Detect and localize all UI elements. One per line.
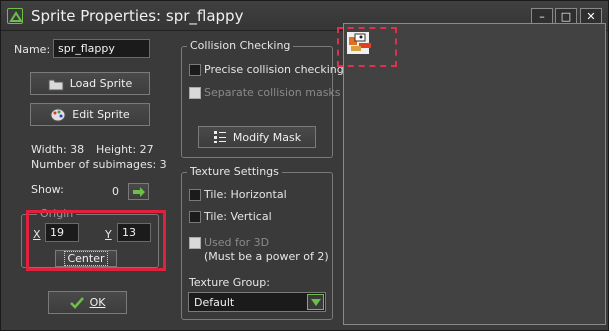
minimize-icon: – [539, 10, 545, 23]
flappy-bird-sprite-icon [347, 32, 371, 54]
tile-horizontal-checkbox[interactable] [189, 189, 201, 201]
subimages-text: Number of subimages: 3 [31, 158, 167, 171]
modify-mask-button[interactable]: Modify Mask [198, 126, 316, 148]
load-sprite-button[interactable]: Load Sprite [30, 72, 150, 95]
tile-vertical-label: Tile: Vertical [204, 210, 272, 223]
window-title: Sprite Properties: spr_flappy [31, 7, 244, 25]
ok-label: OK [89, 296, 106, 309]
edit-sprite-button[interactable]: Edit Sprite [30, 103, 150, 126]
folder-icon [48, 79, 64, 90]
edit-sprite-label: Edit Sprite [72, 108, 130, 121]
texture-group-select[interactable]: Default [188, 292, 326, 312]
height-text: Height: 27 [96, 143, 154, 156]
separate-masks-label: Separate collision masks [204, 86, 341, 99]
sprite-preview-area[interactable] [343, 23, 606, 325]
used-3d-checkbox[interactable] [189, 237, 201, 249]
maximize-icon: □ [560, 10, 572, 23]
checkmark-icon [69, 296, 84, 309]
dropdown-arrow-icon[interactable] [307, 294, 324, 310]
tile-horizontal-label: Tile: Horizontal [204, 188, 287, 201]
precise-collision-label: Precise collision checking [204, 63, 344, 76]
origin-highlight [26, 210, 166, 271]
power-of-2-note: (Must be a power of 2) [204, 250, 329, 263]
collision-group-title: Collision Checking [187, 39, 294, 52]
modify-mask-label: Modify Mask [232, 130, 302, 144]
app-icon [7, 8, 23, 24]
show-next-button[interactable] [128, 183, 149, 200]
sprite-properties-window: Sprite Properties: spr_flappy – □ ✕ Name… [0, 0, 609, 331]
tile-vertical-checkbox[interactable] [189, 211, 201, 223]
mask-list-icon [213, 131, 226, 143]
separate-masks-checkbox[interactable] [189, 87, 201, 99]
name-label: Name: [14, 43, 51, 56]
load-sprite-label: Load Sprite [69, 77, 133, 90]
arrow-right-icon [132, 186, 145, 197]
texture-group-value: Default [194, 296, 235, 309]
show-value: 0 [112, 185, 119, 198]
precise-collision-checkbox[interactable] [189, 64, 201, 76]
close-icon: ✕ [586, 10, 596, 23]
ok-button[interactable]: OK [48, 291, 127, 314]
show-label: Show: [31, 183, 64, 196]
texture-group-title: Texture Settings [187, 165, 282, 178]
name-input[interactable]: spr_flappy [53, 39, 150, 58]
palette-icon [50, 108, 66, 121]
sprite-thumbnail[interactable] [337, 27, 397, 67]
texture-group-label: Texture Group: [189, 276, 270, 289]
used-3d-label: Used for 3D [204, 236, 270, 249]
width-text: Width: 38 [31, 143, 85, 156]
